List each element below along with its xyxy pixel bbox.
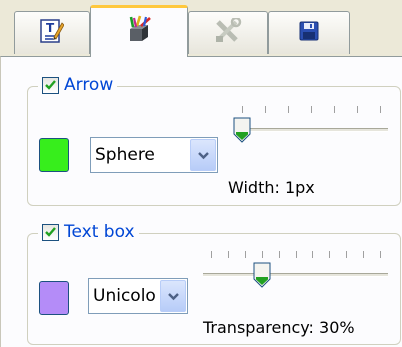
save-icon — [299, 21, 319, 45]
slider-tick — [227, 251, 229, 258]
slider-tick — [265, 106, 266, 113]
arrow-width-slider[interactable] — [233, 104, 388, 154]
slider-tick — [295, 251, 297, 258]
textbox-style-value: Unicolor — [93, 286, 157, 306]
slider-tick — [357, 106, 358, 113]
settings-panel: Arrow Sphere Width: 1px Text box Unicolo… — [0, 56, 402, 347]
slider-tick — [346, 251, 348, 258]
slider-tick — [261, 251, 263, 258]
slider-tick — [334, 106, 335, 113]
textbox-color-swatch[interactable] — [39, 281, 69, 315]
arrow-color-swatch[interactable] — [39, 138, 69, 172]
arrow-label: Arrow — [64, 75, 114, 95]
slider-track — [234, 128, 388, 132]
textbox-legend: Text box — [38, 222, 139, 242]
svg-text:T: T — [46, 21, 55, 35]
slider-tick — [329, 251, 331, 258]
chevron-down-icon — [168, 293, 179, 301]
slider-tick — [363, 251, 365, 258]
tab-save[interactable] — [268, 11, 350, 54]
arrow-group: Arrow Sphere Width: 1px — [27, 75, 401, 206]
slider-tick — [312, 251, 314, 258]
tab-tools[interactable] — [188, 11, 268, 54]
textbox-group: Text box Unicolor Transparency: 30% — [27, 222, 401, 345]
checkmark-icon — [45, 79, 56, 90]
checkmark-icon — [45, 226, 56, 237]
slider-tick — [380, 106, 381, 113]
arrow-style-dropdown-button[interactable] — [190, 139, 216, 171]
slider-tick — [288, 106, 289, 113]
textbox-style-select[interactable]: Unicolor — [88, 278, 188, 314]
text-edit-icon: T — [40, 18, 65, 48]
slider-tick — [311, 106, 312, 113]
slider-thumb[interactable] — [253, 262, 271, 292]
arrow-checkbox[interactable] — [42, 76, 59, 94]
arrow-style-value: Sphere — [95, 145, 155, 165]
arrow-style-select[interactable]: Sphere — [90, 137, 218, 173]
tab-style-paint[interactable] — [90, 5, 188, 57]
slider-tick — [380, 251, 381, 258]
tab-strip: T — [0, 0, 402, 57]
arrow-width-caption: Width: 1px — [228, 178, 315, 197]
slider-tick — [278, 251, 280, 258]
slider-tick — [244, 251, 246, 258]
arrow-legend: Arrow — [38, 75, 118, 95]
textbox-label: Text box — [64, 222, 135, 242]
tools-icon — [214, 16, 242, 48]
slider-thumb[interactable] — [233, 117, 251, 147]
textbox-transparency-caption: Transparency: 30% — [203, 318, 355, 337]
textbox-checkbox[interactable] — [42, 223, 59, 241]
textbox-transparency-slider[interactable] — [203, 249, 388, 299]
textbox-style-dropdown-button[interactable] — [160, 280, 186, 312]
chevron-down-icon — [198, 152, 209, 160]
paint-box-icon — [124, 15, 154, 47]
slider-track — [203, 273, 388, 277]
slider-tick — [242, 106, 243, 113]
tab-text-edit[interactable]: T — [14, 11, 90, 54]
slider-tick — [211, 251, 212, 258]
